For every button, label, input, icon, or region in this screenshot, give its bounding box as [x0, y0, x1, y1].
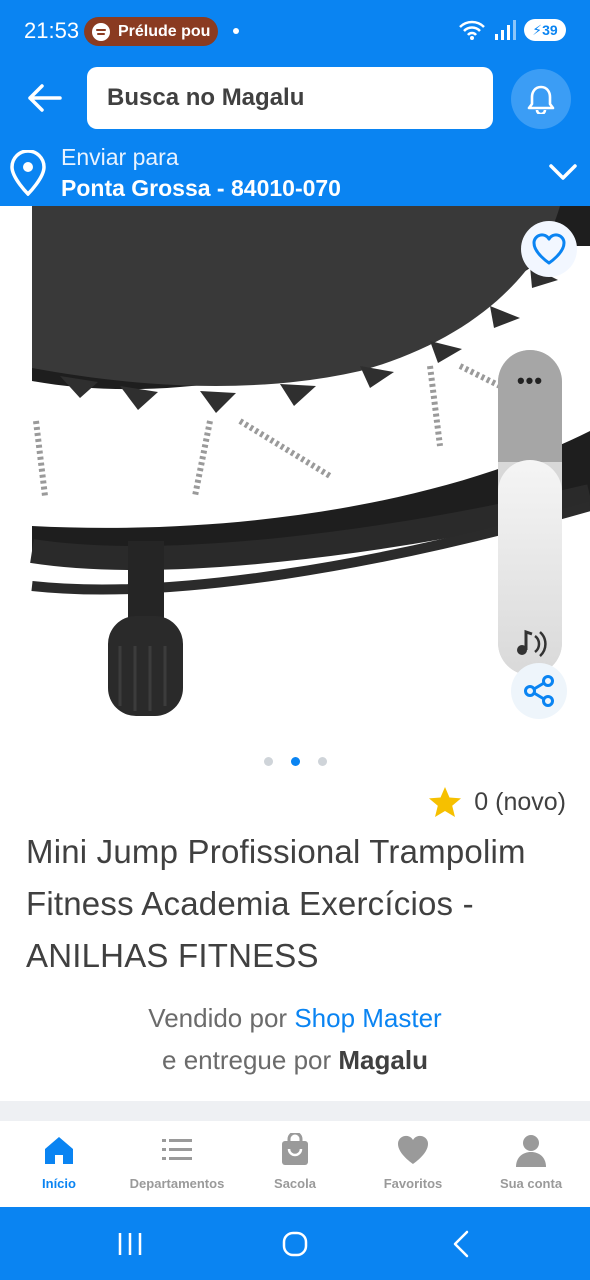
product-rating[interactable]: 0 (novo) — [428, 786, 566, 818]
search-placeholder: Busca no Magalu — [107, 84, 305, 111]
volume-panel[interactable]: ••• — [498, 350, 562, 675]
share-button[interactable] — [511, 663, 567, 719]
seller-info: Vendido por Shop Master e entregue por M… — [0, 997, 590, 1081]
nav-label: Departamentos — [129, 1176, 225, 1191]
spotify-icon — [92, 22, 110, 41]
wifi-icon — [459, 20, 485, 40]
seller-link[interactable]: Shop Master — [294, 1003, 441, 1033]
sold-by-line: Vendido por Shop Master — [0, 997, 590, 1039]
favorite-button[interactable] — [521, 221, 577, 277]
back-button-icon[interactable] — [441, 1229, 481, 1259]
system-status-icons: ⚡ 39 — [458, 19, 566, 41]
nav-label: Sacola — [274, 1176, 316, 1191]
section-divider — [0, 1101, 590, 1121]
battery-icon: ⚡ — [532, 21, 543, 38]
nav-item-favoritos[interactable]: Favoritos — [354, 1121, 472, 1207]
recent-apps-icon[interactable] — [110, 1229, 150, 1259]
music-volume-icon — [517, 629, 547, 657]
chevron-down-icon[interactable] — [547, 160, 579, 184]
product-title: Mini Jump Profissional Trampolim Fitness… — [26, 833, 526, 974]
nav-label: Início — [42, 1176, 76, 1191]
home-button-icon[interactable] — [275, 1229, 315, 1259]
battery-indicator: ⚡ 39 — [524, 19, 566, 41]
home-icon — [45, 1137, 73, 1164]
media-title: Prélude pou — [118, 22, 211, 40]
sold-by-prefix: Vendido por — [148, 1003, 288, 1033]
pager-dot[interactable] — [263, 757, 273, 766]
carousel-pager — [0, 757, 590, 769]
share-icon — [524, 675, 554, 707]
app-header: Busca no Magalu Enviar para Ponta Grossa… — [0, 62, 590, 206]
status-bar: 21:53 Prélude pou ⚡ 39 — [0, 0, 590, 62]
ship-to-location[interactable]: Ponta Grossa - 84010-070 — [61, 175, 341, 202]
status-time: 21:53 — [24, 18, 80, 43]
more-options-icon[interactable]: ••• — [498, 368, 562, 394]
nav-item-departamentos[interactable]: Departamentos — [118, 1121, 236, 1207]
battery-level: 39 — [542, 22, 558, 38]
bag-icon — [282, 1133, 308, 1165]
nav-item-sacola[interactable]: Sacola — [236, 1121, 354, 1207]
search-input[interactable]: Busca no Magalu — [87, 67, 493, 129]
back-arrow-icon[interactable] — [24, 80, 64, 116]
user-icon — [516, 1135, 546, 1167]
nav-item-sua-conta[interactable]: Sua conta — [472, 1121, 590, 1207]
nav-label: Sua conta — [499, 1176, 563, 1191]
pager-dot[interactable] — [317, 757, 327, 766]
notification-dot-icon — [233, 28, 239, 34]
notifications-button[interactable] — [511, 69, 571, 129]
bell-icon — [527, 85, 555, 114]
nav-label: Favoritos — [383, 1176, 443, 1191]
star-icon — [429, 787, 462, 817]
delivered-by-name: Magalu — [338, 1045, 428, 1075]
system-navigation-bar — [0, 1207, 590, 1280]
signal-icon — [495, 20, 516, 40]
bottom-navigation: Início Departamentos Sacola Favoritos Su… — [0, 1121, 590, 1207]
list-icon — [162, 1139, 192, 1160]
pager-dot-active[interactable] — [290, 757, 300, 766]
ship-to-label[interactable]: Enviar para — [61, 144, 179, 171]
media-notification-pill[interactable]: Prélude pou — [84, 17, 218, 46]
heart-outline-icon — [532, 233, 566, 265]
heart-icon — [397, 1135, 429, 1164]
nav-item-inicio[interactable]: Início — [0, 1121, 118, 1207]
delivered-by-line: e entregue por Magalu — [0, 1039, 590, 1081]
rating-text: 0 (novo) — [474, 787, 566, 816]
location-pin-icon — [10, 150, 46, 196]
delivered-by-prefix: e entregue por — [162, 1045, 332, 1075]
volume-panel-header — [498, 350, 562, 462]
